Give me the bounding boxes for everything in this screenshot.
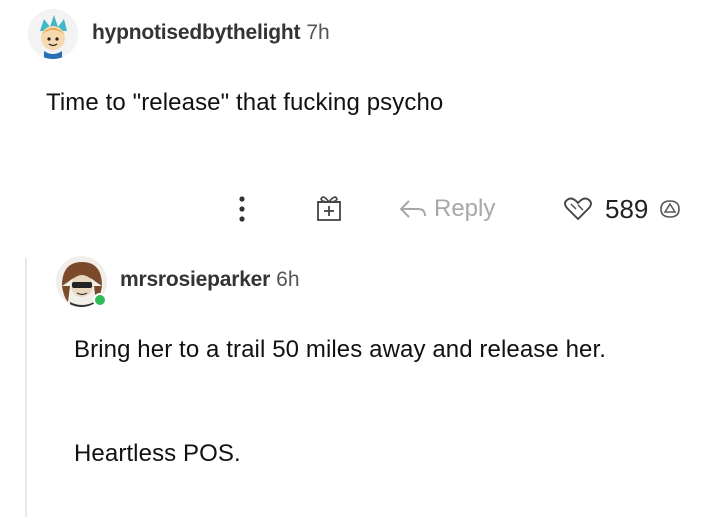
like-button[interactable] [563, 196, 593, 222]
online-status-dot [93, 293, 107, 307]
more-options-button[interactable] [232, 192, 252, 226]
reply-label: Reply [434, 195, 496, 222]
avatar[interactable] [28, 9, 78, 59]
like-count: 589 [605, 193, 649, 224]
more-vertical-icon [239, 196, 245, 222]
downvote-icon [660, 200, 681, 218]
gift-award-button[interactable] [314, 192, 344, 224]
comment-paragraph: Bring her to a trail 50 miles away and r… [74, 336, 607, 363]
comment-text: Time to "release" that fucking psycho [46, 89, 444, 116]
thread-line [25, 258, 27, 517]
comment-username[interactable]: hypnotisedbythelight [92, 21, 301, 44]
reply-button[interactable]: Reply [398, 194, 495, 224]
downvote-button[interactable] [658, 196, 682, 222]
comment-username[interactable]: mrsrosieparker [120, 268, 270, 291]
avatar-image [28, 9, 78, 59]
heart-icon [564, 197, 592, 221]
reply-arrow-icon [399, 200, 426, 218]
gift-icon [317, 196, 341, 221]
comment-paragraph: Heartless POS. [74, 440, 241, 467]
comment-timestamp: 6h [276, 268, 300, 291]
comment-timestamp: 7h [306, 21, 330, 44]
